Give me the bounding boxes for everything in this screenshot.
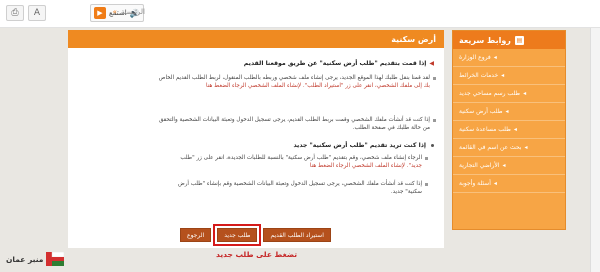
- sidebar-item-commercial[interactable]: ◂ الأراضي التجارية: [453, 157, 565, 175]
- question-heading-new: إذا كنت تريد تقديم "طلب أرض سكنية" جديد: [293, 142, 426, 149]
- links-icon: ▤: [514, 35, 524, 45]
- content-area: ◀ إذا قمت بتقديم "طلب أرض سكنية" عن طريق…: [68, 48, 444, 248]
- sidebar-item-faq[interactable]: ◂ أسئلة وأجوبة: [453, 175, 565, 193]
- sidebar-title: روابط سريعة: [459, 35, 511, 45]
- watermark: منبر عمان: [6, 252, 65, 266]
- font-size-icon[interactable]: A: [28, 5, 46, 21]
- oman-flag-logo-icon: [46, 252, 65, 266]
- question-heading-old: ◀ إذا قمت بتقديم "طلب أرض سكنية" عن طريق…: [244, 60, 434, 67]
- arrow-icon: ◂: [502, 162, 506, 169]
- paragraph-line: لقد قمنا بنقل طلبك لهذا الموقع الجديد، ي…: [158, 75, 430, 81]
- sidebar-list: ◂ فروع الوزارة ◂ خدمات الخرائط ◂ طلب رسم مس…: [453, 49, 565, 193]
- square-bullet: [433, 119, 436, 122]
- sidebar-item-label: أسئلة وأجوبة: [459, 180, 491, 187]
- print-icon[interactable]: ⎙: [6, 5, 24, 21]
- quick-links-sidebar: ▤ روابط سريعة ◂ فروع الوزارة ◂ خدمات الخرا…: [452, 30, 566, 230]
- arrow-icon: ◂: [523, 90, 527, 97]
- paragraph-link-line[interactable]: جديد". لإنشاء الملف الشخصي الرجاء الضغط …: [82, 162, 422, 170]
- arrow-icon: ◂: [505, 108, 509, 115]
- paragraph-line: إذا كنت قد أنشأت ملفك الشخصي وقمت بربط ا…: [158, 117, 430, 123]
- paragraph-line: الرجاء إنشاء ملف شخصي، وقم بتقديم "طلب أ…: [180, 155, 422, 161]
- arrow-icon: ◂: [493, 54, 497, 61]
- page-title: أرض سكنية: [68, 30, 444, 48]
- sidebar-item-label: بحث عن اسم في القائمة: [459, 144, 522, 151]
- round-bullet: [431, 144, 434, 147]
- sidebar-header: ▤ روابط سريعة: [453, 31, 565, 49]
- sidebar-item-label: فروع الوزارة: [459, 54, 491, 61]
- paragraph-link-line[interactable]: بك إلى ملفك الشخصي، انقر على زر "استيراد…: [80, 82, 430, 90]
- sidebar-item-survey[interactable]: ◂ طلب رسم مساحي جديد: [453, 85, 565, 103]
- arrow-icon: ◂: [493, 180, 497, 187]
- action-buttons: الرجوع طلب جديد استيراد الطلب القديم: [180, 224, 331, 246]
- paragraph-login: إذا كنت قد أنشأت ملفك الشخصي وقمت بربط ا…: [80, 116, 430, 132]
- heading-text: إذا قمت بتقديم "طلب أرض سكنية" عن طريق م…: [243, 60, 427, 67]
- import-old-request-button[interactable]: استيراد الطلب القديم: [263, 228, 331, 242]
- sidebar-item-label: طلب أرض سكنية: [459, 108, 503, 115]
- scrollbar[interactable]: [590, 28, 600, 272]
- annotation-caption: تضغط على طلب جديد: [216, 250, 298, 259]
- red-arrow-icon: ◀: [429, 60, 434, 67]
- arrow-icon: ◂: [513, 126, 517, 133]
- breadcrumb: الرئيسية »: [113, 8, 145, 16]
- paragraph-line: سكنية" جديد.: [390, 189, 422, 195]
- square-bullet: [425, 157, 428, 160]
- arrow-icon: ◂: [524, 144, 528, 151]
- paragraph-line: من حالة طلبك في صفحة الطلب.: [352, 125, 430, 131]
- sidebar-item-label: طلب رسم مساحي جديد: [459, 90, 521, 97]
- top-bar: ⎙ A ▶ استمع 🔊 الرئيسية »: [0, 0, 600, 28]
- new-request-button[interactable]: طلب جديد: [213, 224, 262, 246]
- sidebar-item-name-search[interactable]: ◂ بحث عن اسم في القائمة: [453, 139, 565, 157]
- paragraph-line: إذا كنت قد أنشأت ملفك الشخصي، يرجى تسجيل…: [177, 181, 422, 187]
- sidebar-item-label: خدمات الخرائط: [459, 72, 499, 79]
- sidebar-item-maps[interactable]: ◂ خدمات الخرائط: [453, 67, 565, 85]
- paragraph-new-login: إذا كنت قد أنشأت ملفك الشخصي، يرجى تسجيل…: [82, 180, 422, 196]
- watermark-text: منبر عمان: [6, 254, 44, 264]
- main-panel: أرض سكنية ◀ إذا قمت بتقديم "طلب أرض سكني…: [68, 30, 444, 248]
- sidebar-item-residential-land[interactable]: ◂ طلب أرض سكنية: [453, 103, 565, 121]
- play-icon: ▶: [94, 7, 106, 19]
- square-bullet: [433, 77, 436, 80]
- heading-text: إذا كنت تريد تقديم "طلب أرض سكنية" جديد: [293, 142, 426, 149]
- square-bullet: [425, 183, 428, 186]
- breadcrumb-home[interactable]: الرئيسية: [121, 8, 145, 16]
- sidebar-item-housing-aid[interactable]: ◂ طلب مساعدة سكنية: [453, 121, 565, 139]
- paragraph-old-request: لقد قمنا بنقل طلبك لهذا الموقع الجديد، ي…: [80, 74, 430, 90]
- breadcrumb-separator: »: [112, 8, 117, 16]
- sidebar-item-branches[interactable]: ◂ فروع الوزارة: [453, 49, 565, 67]
- sidebar-item-label: الأراضي التجارية: [459, 162, 500, 169]
- sidebar-item-label: طلب مساعدة سكنية: [459, 126, 511, 133]
- paragraph-new-request: الرجاء إنشاء ملف شخصي، وقم بتقديم "طلب أ…: [82, 154, 422, 170]
- arrow-icon: ◂: [501, 72, 505, 79]
- back-button[interactable]: الرجوع: [180, 228, 212, 242]
